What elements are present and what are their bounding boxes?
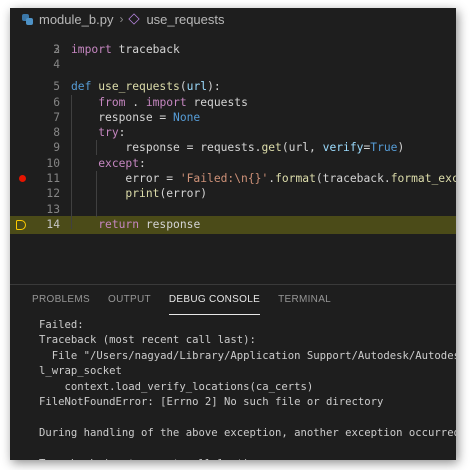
breadcrumb-file[interactable]: module_b.py <box>39 12 113 27</box>
code-token: : <box>118 126 126 139</box>
code-token: format_exc <box>390 172 456 185</box>
debug-console-output[interactable]: Failed: Traceback (most recent call last)… <box>39 318 456 460</box>
code-line[interactable]: 7 response = None <box>10 110 456 125</box>
code-token: def <box>71 80 92 93</box>
code-token: verify <box>322 141 364 154</box>
code-token: : <box>139 157 146 170</box>
code-line[interactable]: 8 try: <box>10 125 456 140</box>
code-token: requests <box>186 96 248 109</box>
code-token: (traceback. <box>315 172 391 185</box>
code-line[interactable]: 4 <box>10 57 456 72</box>
indent-guide <box>96 171 97 217</box>
code-token: 'Failed:\n{}' <box>179 172 269 185</box>
indent-guide <box>71 95 72 229</box>
code-token: response = <box>71 111 174 124</box>
line-number: 8 <box>53 126 60 139</box>
console-line: Traceback (most recent call last): <box>39 457 456 460</box>
code-token: ): <box>207 80 221 93</box>
code-token: response = requests. <box>71 141 262 154</box>
code-text: def use_requests(url): <box>71 79 221 94</box>
code-line[interactable]: 9 response = requests.get(url, verify=Tr… <box>10 140 456 155</box>
line-number: 3 <box>53 43 60 56</box>
line-number: 13 <box>46 203 60 216</box>
code-token: (error) <box>159 187 208 200</box>
code-text: try: <box>71 125 125 140</box>
code-token: try <box>98 126 119 139</box>
line-number: 7 <box>53 111 60 124</box>
current-execution-line[interactable]: 14 return response <box>10 216 456 234</box>
code-token: from <box>98 96 126 109</box>
code-text: return response <box>71 216 200 234</box>
indent-guide <box>96 140 97 155</box>
code-line[interactable]: 3 import traceback <box>10 42 456 57</box>
breadcrumb-symbol[interactable]: use_requests <box>146 12 224 27</box>
code-token: import <box>145 96 187 109</box>
console-line: During handling of the above exception, … <box>39 426 456 439</box>
code-token: ( <box>179 80 187 93</box>
code-token: url <box>186 80 208 93</box>
line-number: 11 <box>46 172 60 185</box>
code-line-partial: 2 <box>10 27 456 56</box>
code-token: format <box>275 172 316 185</box>
code-text: import traceback <box>71 42 180 57</box>
console-line: Failed: <box>39 319 84 331</box>
console-line: Traceback (most recent call last): <box>39 334 256 347</box>
code-line[interactable]: 10 except: <box>10 156 456 171</box>
code-text: error = 'Failed:\n{}'.format(traceback.f… <box>71 171 456 186</box>
code-text: response = requests.get(url, verify=True… <box>71 140 404 155</box>
code-token: None <box>173 111 201 124</box>
code-token: use_requests <box>98 80 180 93</box>
code-token: ) <box>397 141 405 154</box>
python-file-icon <box>22 13 33 25</box>
tab-debug-console[interactable]: DEBUG CONSOLE <box>168 285 261 315</box>
tab-terminal[interactable]: TERMINAL <box>278 285 331 315</box>
panel-tabs: PROBLEMS OUTPUT DEBUG CONSOLE TERMINAL <box>10 285 456 315</box>
console-line: File "/Users/nagyad/Library/Application … <box>39 349 456 362</box>
code-token: error = <box>71 172 180 185</box>
vscode-window: module_b.py › use_requests 2 3 import tra… <box>10 8 456 460</box>
code-line[interactable]: 5 def use_requests(url): <box>10 79 456 94</box>
console-line: l_wrap_socket <box>39 365 122 378</box>
code-token: True <box>370 141 398 154</box>
line-number: 12 <box>46 187 60 200</box>
bottom-panel: PROBLEMS OUTPUT DEBUG CONSOLE TERMINAL Fail… <box>10 284 456 460</box>
line-number: 5 <box>53 80 60 93</box>
tab-output[interactable]: OUTPUT <box>108 285 151 315</box>
code-token: . <box>125 96 146 109</box>
code-token: import <box>71 43 112 56</box>
code-line[interactable]: 6 from . import requests <box>10 95 456 110</box>
code-text: response = None <box>71 110 200 125</box>
code-token: (url, <box>281 141 323 154</box>
code-token: return <box>98 218 140 231</box>
line-number: 6 <box>53 96 60 109</box>
code-text: print(error) <box>71 186 207 201</box>
code-text: from . import requests <box>71 95 248 110</box>
code-line[interactable]: 11 error = 'Failed:\n{}'.format(tracebac… <box>10 171 456 186</box>
console-line: context.load_verify_locations(ca_certs) <box>39 380 314 393</box>
code-text: except: <box>71 156 146 171</box>
code-token: except <box>98 157 140 170</box>
line-number: 4 <box>53 58 60 71</box>
line-number: 9 <box>53 141 60 154</box>
code-token: print <box>125 187 160 200</box>
chevron-right-icon: › <box>119 12 124 26</box>
console-line: FileNotFoundError: [Errno 2] No such fil… <box>39 395 384 408</box>
line-number: 14 <box>46 218 60 231</box>
code-line[interactable]: 12 print(error) <box>10 186 456 201</box>
code-token: get <box>261 141 282 154</box>
line-number: 10 <box>46 157 60 170</box>
code-token: response <box>139 218 201 231</box>
code-line[interactable]: 13 <box>10 202 456 217</box>
code-editor[interactable]: 2 3 import traceback 4 5 def use_requests(ur… <box>10 34 456 284</box>
method-cube-icon <box>128 13 141 25</box>
code-token: traceback <box>111 43 180 56</box>
tab-problems[interactable]: PROBLEMS <box>32 285 90 315</box>
